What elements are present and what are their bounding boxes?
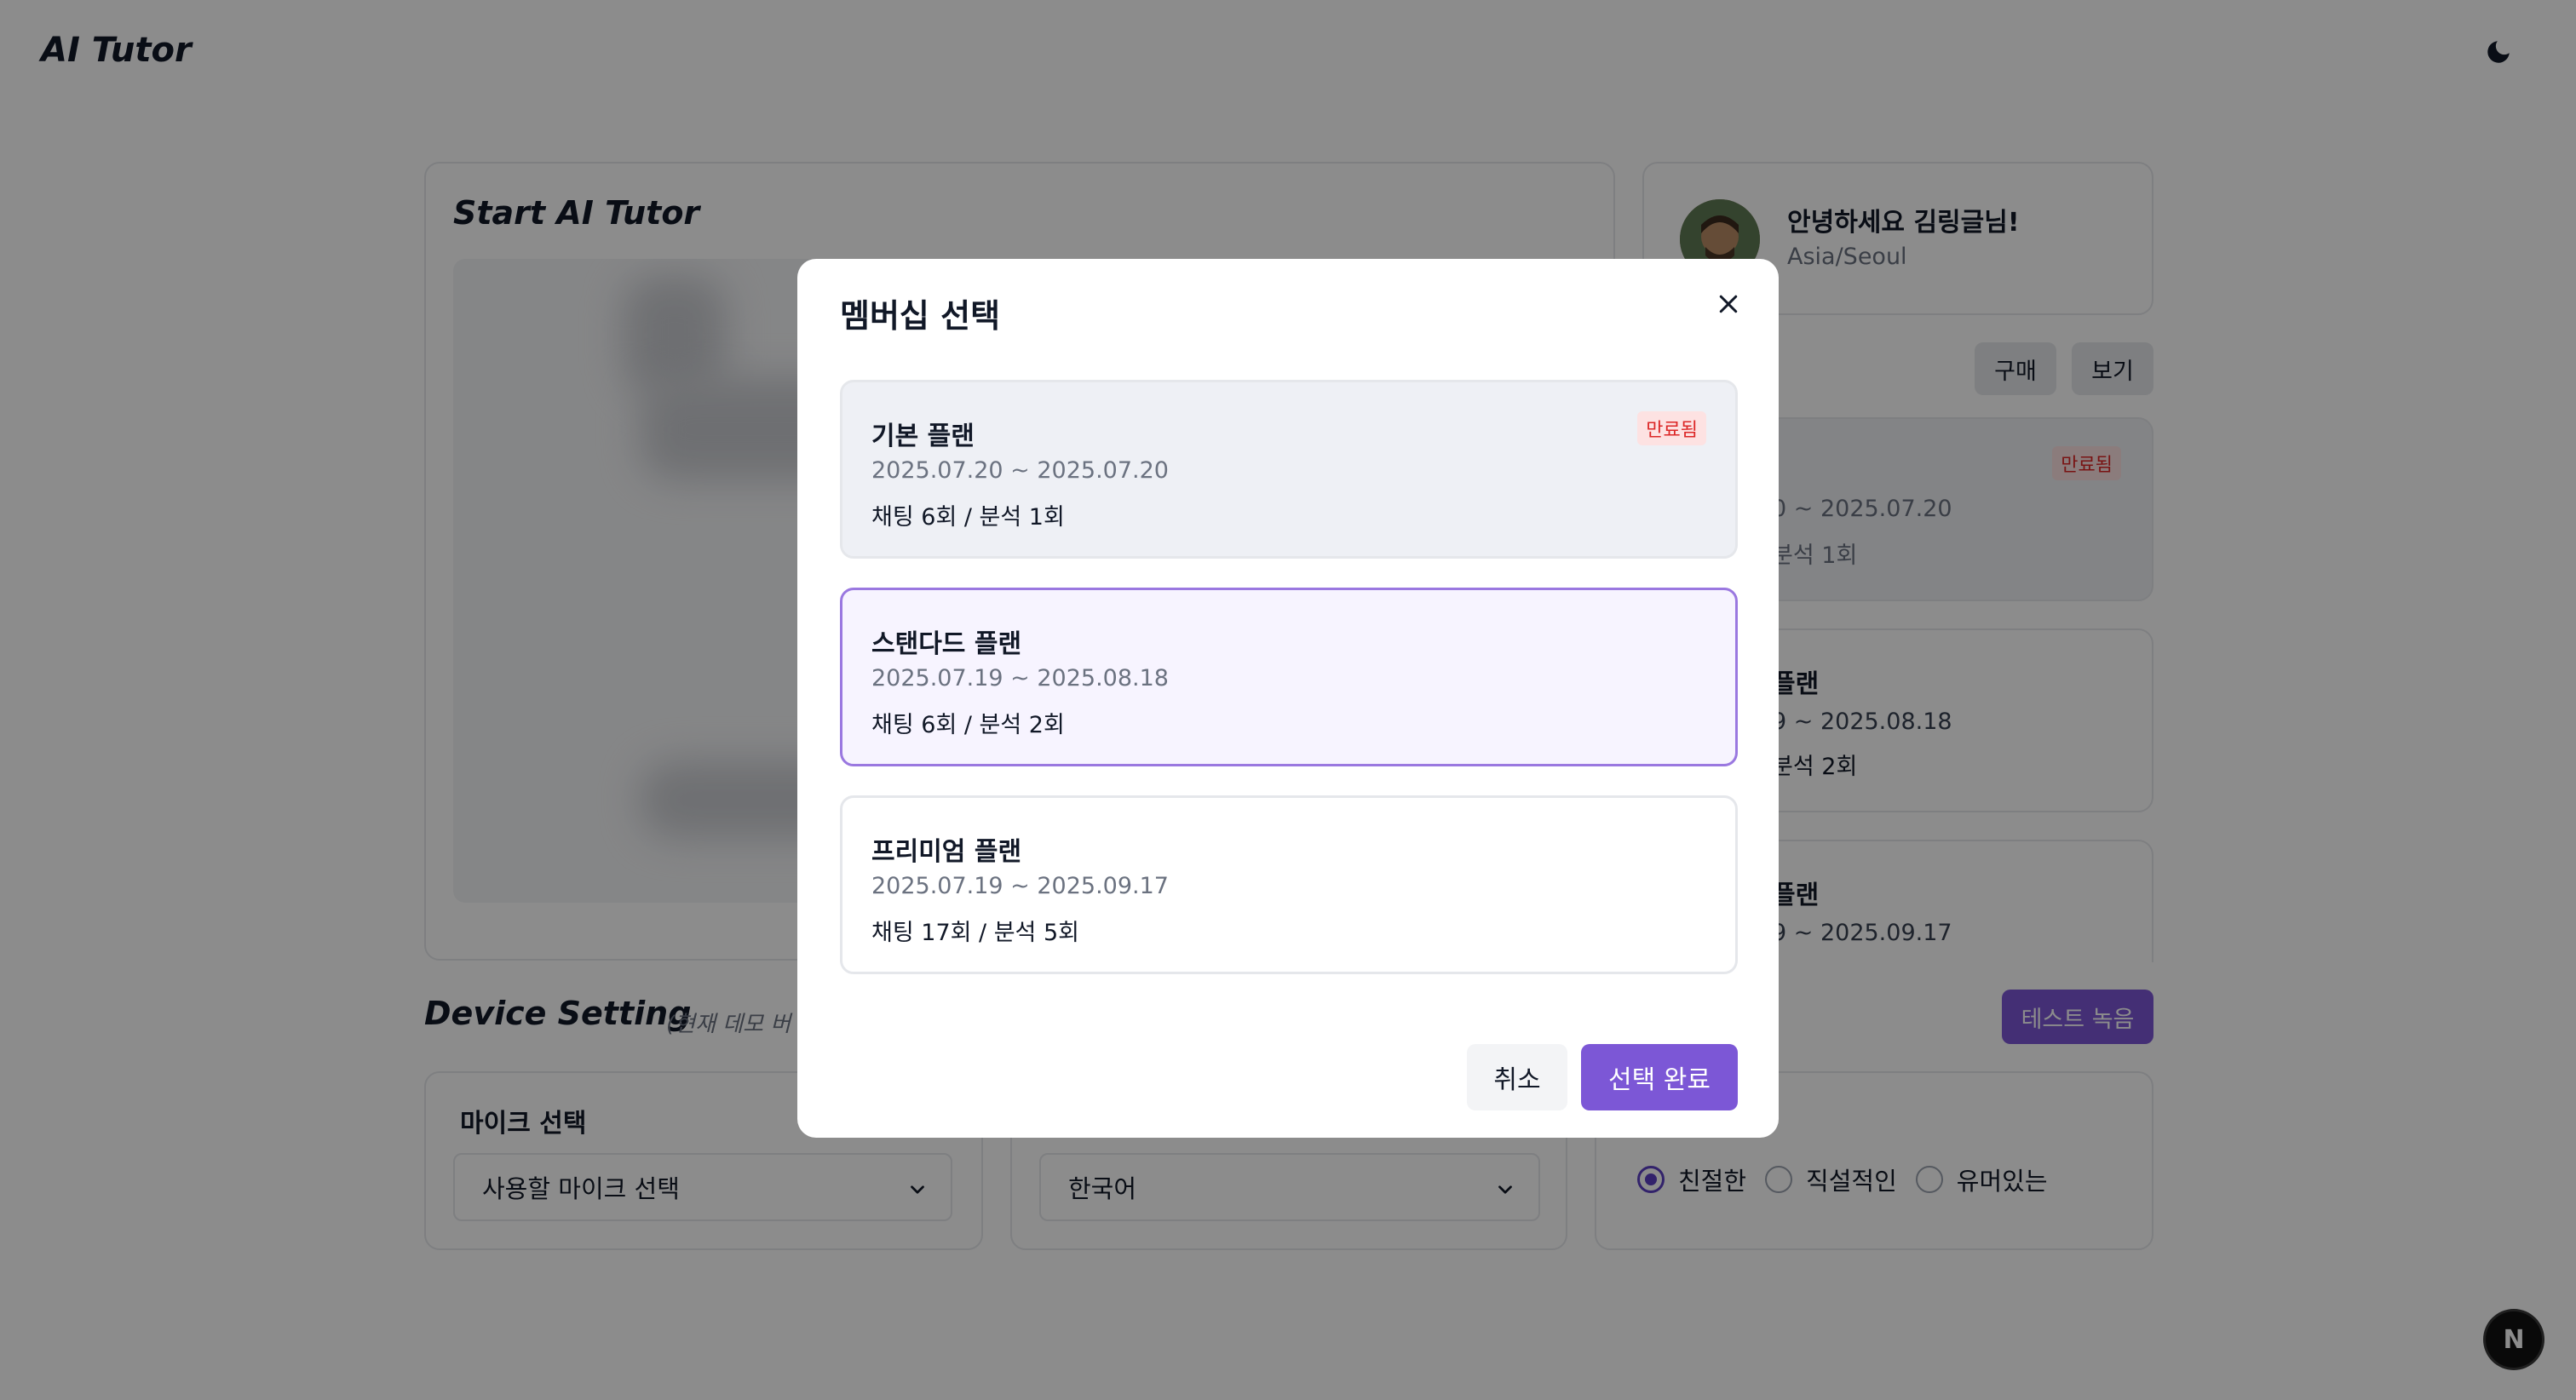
plan-option-premium[interactable]: 프리미엄 플랜 2025.07.19 ~ 2025.09.17 채팅 17회 /… bbox=[840, 795, 1738, 974]
expired-badge: 만료됨 bbox=[1637, 411, 1706, 445]
plan-name: 프리미엄 플랜 bbox=[871, 837, 1022, 867]
plan-option-basic[interactable]: 만료됨 기본 플랜 2025.07.20 ~ 2025.07.20 채팅 6회 … bbox=[840, 380, 1738, 559]
plan-date: 2025.07.19 ~ 2025.08.18 bbox=[871, 665, 1169, 691]
plan-usage: 채팅 6회 / 분석 2회 bbox=[871, 712, 1065, 738]
plan-date: 2025.07.19 ~ 2025.09.17 bbox=[871, 873, 1169, 899]
plan-usage: 채팅 17회 / 분석 5회 bbox=[871, 920, 1080, 946]
plan-usage: 채팅 6회 / 분석 1회 bbox=[871, 504, 1065, 531]
plan-date: 2025.07.20 ~ 2025.07.20 bbox=[871, 457, 1169, 484]
page: AI Tutor Start AI Tutor 안녕하세요 김링글님! Asia… bbox=[0, 0, 2576, 1400]
confirm-selection-button[interactable]: 선택 완료 bbox=[1581, 1044, 1738, 1110]
plan-name: 기본 플랜 bbox=[871, 422, 975, 451]
modal-title: 멤버십 선택 bbox=[840, 297, 1001, 335]
close-icon bbox=[1719, 295, 1738, 313]
plan-name: 스탠다드 플랜 bbox=[871, 629, 1022, 659]
membership-select-modal: 멤버십 선택 만료됨 기본 플랜 2025.07.20 ~ 2025.07.20… bbox=[797, 259, 1779, 1138]
cancel-button[interactable]: 취소 bbox=[1467, 1044, 1567, 1110]
plan-option-standard[interactable]: 스탠다드 플랜 2025.07.19 ~ 2025.08.18 채팅 6회 / … bbox=[840, 588, 1738, 766]
close-button[interactable] bbox=[1709, 284, 1748, 324]
